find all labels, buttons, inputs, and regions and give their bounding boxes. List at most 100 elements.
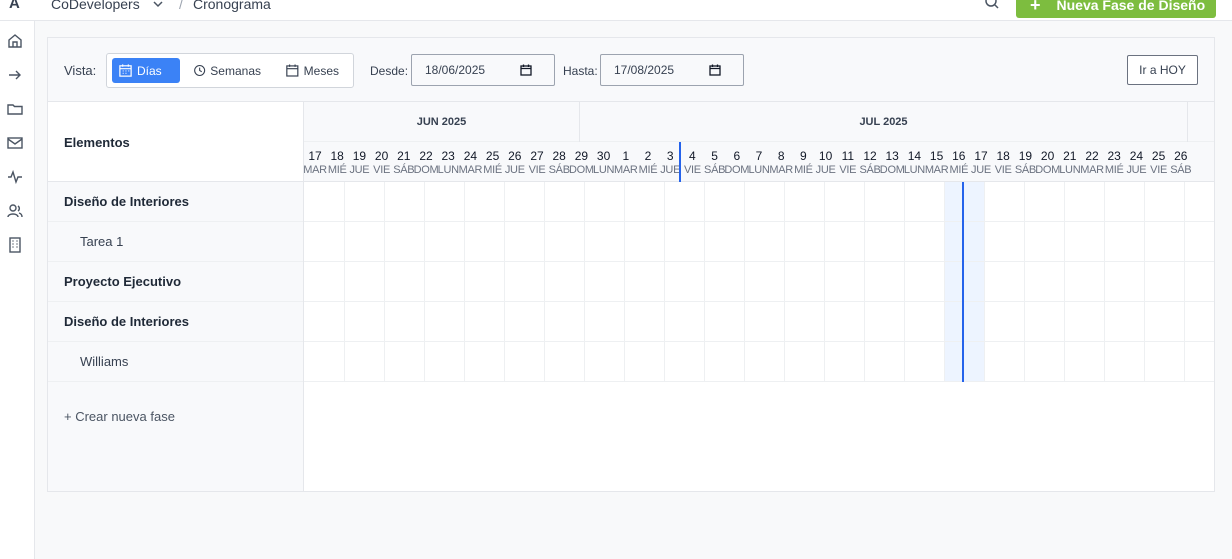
day-number: 14 [907, 149, 922, 163]
weekday-label: SÁB [1170, 164, 1192, 176]
task-row[interactable]: Tarea 1 [48, 222, 303, 262]
timeline-grid: JUN 2025 JUL 2025 17 MAR 18 MIÉ 19 JUE 20 VIE 21 S… [304, 102, 1214, 491]
day-header: 19 JUE [348, 142, 370, 182]
day-number: 26 [1174, 149, 1188, 163]
day-header: 23 MIÉ [1103, 142, 1125, 182]
day-header: 1 MAR [614, 142, 638, 182]
day-header: 20 DOM [1035, 142, 1060, 182]
grid-column-line [464, 182, 465, 382]
go-to-today-button[interactable]: Ir a HOY [1127, 55, 1198, 85]
sidebar [0, 21, 35, 559]
day-header: 6 DOM [724, 142, 749, 182]
timeline-body [304, 182, 1214, 382]
grid-row-line [304, 221, 1214, 222]
arrow-right-icon[interactable] [6, 66, 24, 84]
day-number: 11 [841, 149, 855, 163]
view-days-button[interactable]: Días [112, 58, 180, 83]
day-header: 21 SÁB [393, 142, 415, 182]
grid-column-line [584, 182, 585, 382]
day-number: 19 [1018, 149, 1033, 163]
mail-icon[interactable] [6, 134, 24, 152]
day-number: 25 [485, 149, 500, 163]
calendar-icon[interactable] [520, 64, 532, 76]
day-number: 16 [952, 149, 966, 163]
day-number: 15 [929, 149, 944, 163]
day-number: 17 [308, 149, 322, 163]
day-header: 29 DOM [569, 142, 594, 182]
search-icon[interactable] [984, 0, 1000, 15]
day-header: 12 SÁB [859, 142, 881, 182]
building-icon[interactable] [6, 236, 24, 254]
day-header: 10 JUE [815, 142, 837, 182]
grid-row-line [304, 381, 1214, 382]
day-header: 23 LUN [437, 142, 459, 182]
view-months-button[interactable]: Meses [279, 58, 345, 83]
phase-label: Proyecto Ejecutivo [64, 274, 182, 289]
month-header-row: JUN 2025 JUL 2025 [304, 102, 1214, 142]
day-number: 5 [711, 149, 718, 163]
from-date-input[interactable]: 18/06/2025 [411, 54, 555, 86]
phase-row[interactable]: Diseño de Interiores [48, 182, 303, 222]
day-number: 13 [885, 149, 899, 163]
home-icon[interactable] [6, 32, 24, 50]
to-date-input[interactable]: 17/08/2025 [600, 54, 744, 86]
day-header: 20 VIE [371, 142, 393, 182]
chevron-down-icon[interactable] [152, 0, 164, 13]
task-label: Williams [80, 354, 129, 369]
calendar-icon [119, 64, 132, 77]
day-number: 19 [352, 149, 367, 163]
grid-column-line [424, 182, 425, 382]
day-number: 26 [508, 149, 522, 163]
day-number: 29 [574, 149, 589, 163]
controls-bar: Vista: Días Semanas Meses Desde: 18/06/2… [48, 38, 1214, 102]
day-number: 20 [1040, 149, 1055, 163]
day-header: 21 LUN [1059, 142, 1081, 182]
day-header: 17 JUE [970, 142, 992, 182]
folder-icon[interactable] [6, 100, 24, 118]
day-header: 7 LUN [748, 142, 770, 182]
new-design-phase-button[interactable]: + Nueva Fase de Diseño [1016, 0, 1216, 18]
day-number: 8 [777, 149, 785, 163]
view-months-label: Meses [303, 63, 339, 78]
day-header: 15 MAR [925, 142, 949, 182]
app-logo[interactable]: A [9, 0, 20, 12]
day-header: 25 MIÉ [482, 142, 504, 182]
breadcrumb-organization[interactable]: CoDevelopers [51, 0, 140, 12]
activity-icon[interactable] [6, 168, 24, 186]
grid-column-line [1104, 182, 1105, 382]
grid-column-line [1184, 182, 1185, 382]
calendar-icon[interactable] [709, 64, 721, 76]
schedule-panel: Vista: Días Semanas Meses Desde: 18/06/2… [47, 37, 1215, 492]
day-number: 12 [863, 149, 877, 163]
grid-column-line [784, 182, 785, 382]
view-switcher: Días Semanas Meses [106, 53, 354, 88]
grid-column-line [864, 182, 865, 382]
phase-row[interactable]: Diseño de Interiores [48, 302, 303, 342]
view-weeks-button[interactable]: Semanas [187, 58, 267, 83]
day-header: 22 MAR [1080, 142, 1104, 182]
grid-column-line [344, 182, 345, 382]
users-icon[interactable] [6, 202, 24, 220]
month-label: JUN 2025 [304, 102, 580, 142]
day-number: 30 [596, 149, 611, 163]
phase-row[interactable]: Proyecto Ejecutivo [48, 262, 303, 302]
day-number: 24 [1129, 149, 1144, 163]
day-header: 18 MIÉ [326, 142, 348, 182]
day-number: 23 [441, 149, 455, 163]
day-header: 3 JUE [659, 142, 681, 182]
day-number: 2 [644, 149, 652, 163]
day-number: 4 [689, 149, 696, 163]
top-bar: A CoDevelopers / Cronograma + Nueva Fase… [0, 0, 1232, 21]
grid-column-line [504, 182, 505, 382]
day-header: 8 MAR [769, 142, 793, 182]
from-label: Desde: [370, 64, 409, 78]
grid-column-line [704, 182, 705, 382]
task-row[interactable]: Williams [48, 342, 303, 382]
grid-column-line [824, 182, 825, 382]
view-label: Vista: [64, 63, 97, 78]
day-header: 5 SÁB [704, 142, 726, 182]
day-number: 21 [397, 149, 411, 163]
grid-column-line [744, 182, 745, 382]
grid-column-line [384, 182, 385, 382]
create-phase-link[interactable]: + Crear nueva fase [64, 409, 175, 424]
